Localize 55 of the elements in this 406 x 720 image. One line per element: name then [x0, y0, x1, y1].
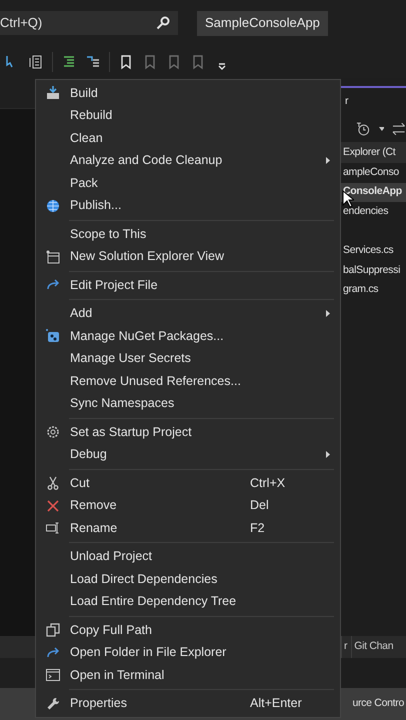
globe-icon	[45, 198, 61, 214]
settings-icon	[45, 424, 61, 440]
menu-item[interactable]: Load Entire Dependency Tree	[36, 590, 340, 613]
menu-item[interactable]: Open in Terminal	[36, 664, 340, 686]
menu-item[interactable]: Properties Alt+Enter	[36, 692, 340, 715]
search-icon	[156, 16, 170, 30]
tree-item[interactable]: ampleConso	[341, 163, 406, 182]
search-field[interactable]: Explorer (Ct	[341, 142, 406, 163]
menu-item[interactable]: New Solution Explorer View	[36, 246, 340, 268]
tree-item[interactable]: endencies	[341, 202, 406, 222]
package-icon	[45, 328, 61, 344]
menu-item[interactable]: Edit Project File	[36, 274, 340, 296]
caret-icon[interactable]	[378, 127, 384, 131]
menu-item[interactable]: Load Direct Dependencies	[36, 568, 340, 590]
clock-icon[interactable]	[355, 121, 371, 137]
menu-item[interactable]: Analyze and Code Cleanup	[36, 150, 340, 172]
tree-item[interactable]: balSuppressi	[341, 261, 406, 280]
tree-item[interactable]: gram.cs	[341, 280, 406, 300]
window-icon	[45, 248, 61, 265]
outdent-icon[interactable]	[85, 54, 101, 70]
menu-item[interactable]: Open Folder in File Explorer	[36, 642, 340, 664]
panel-tab[interactable]: Git Chan	[351, 636, 396, 658]
menu-item[interactable]: Clean	[36, 127, 340, 150]
menu-item[interactable]: Sync Namespaces	[36, 392, 340, 415]
build-icon	[45, 85, 61, 102]
menu-item[interactable]: Remove Del	[36, 494, 340, 517]
menu-item[interactable]: Manage User Secrets	[36, 348, 340, 370]
menu-item[interactable]: Manage NuGet Packages...	[36, 325, 340, 348]
panel-title: r	[345, 94, 348, 110]
solution-name-button[interactable]: SampleConsoleApp	[197, 10, 328, 36]
menu-item[interactable]: Pack	[36, 172, 340, 194]
search-field[interactable]: Ctrl+Q)	[0, 11, 178, 35]
scissors-icon	[45, 475, 61, 492]
menu-item[interactable]: Build	[36, 82, 340, 104]
indent-icon[interactable]	[61, 54, 77, 70]
menu-item[interactable]: Debug	[36, 444, 340, 466]
menu-item[interactable]: Cut Ctrl+X	[36, 472, 340, 494]
close-icon	[45, 498, 61, 514]
menu-item[interactable]: Set as Startup Project	[36, 421, 340, 444]
menu-item[interactable]: Copy Full Path	[36, 619, 340, 642]
menu-item[interactable]: Scope to This	[36, 223, 340, 246]
terminal-icon	[45, 667, 61, 684]
copy-icon	[45, 622, 61, 638]
menu-item[interactable]: Remove Unused References...	[36, 370, 340, 392]
status-text: urce Contro	[352, 696, 404, 712]
wrench-icon	[45, 696, 61, 712]
menu-item[interactable]: Unload Project	[36, 546, 340, 568]
menu-item[interactable]: Rename F2	[36, 517, 340, 540]
menu-item[interactable]: Add	[36, 302, 340, 325]
tree-item[interactable]: Services.cs	[341, 242, 406, 261]
rename-icon	[45, 520, 61, 536]
swap-arrows-icon[interactable]	[392, 123, 406, 135]
menu-item[interactable]: Rebuild	[36, 104, 340, 127]
document-icon[interactable]	[28, 54, 44, 70]
menu-item[interactable]: Publish...	[36, 194, 340, 217]
